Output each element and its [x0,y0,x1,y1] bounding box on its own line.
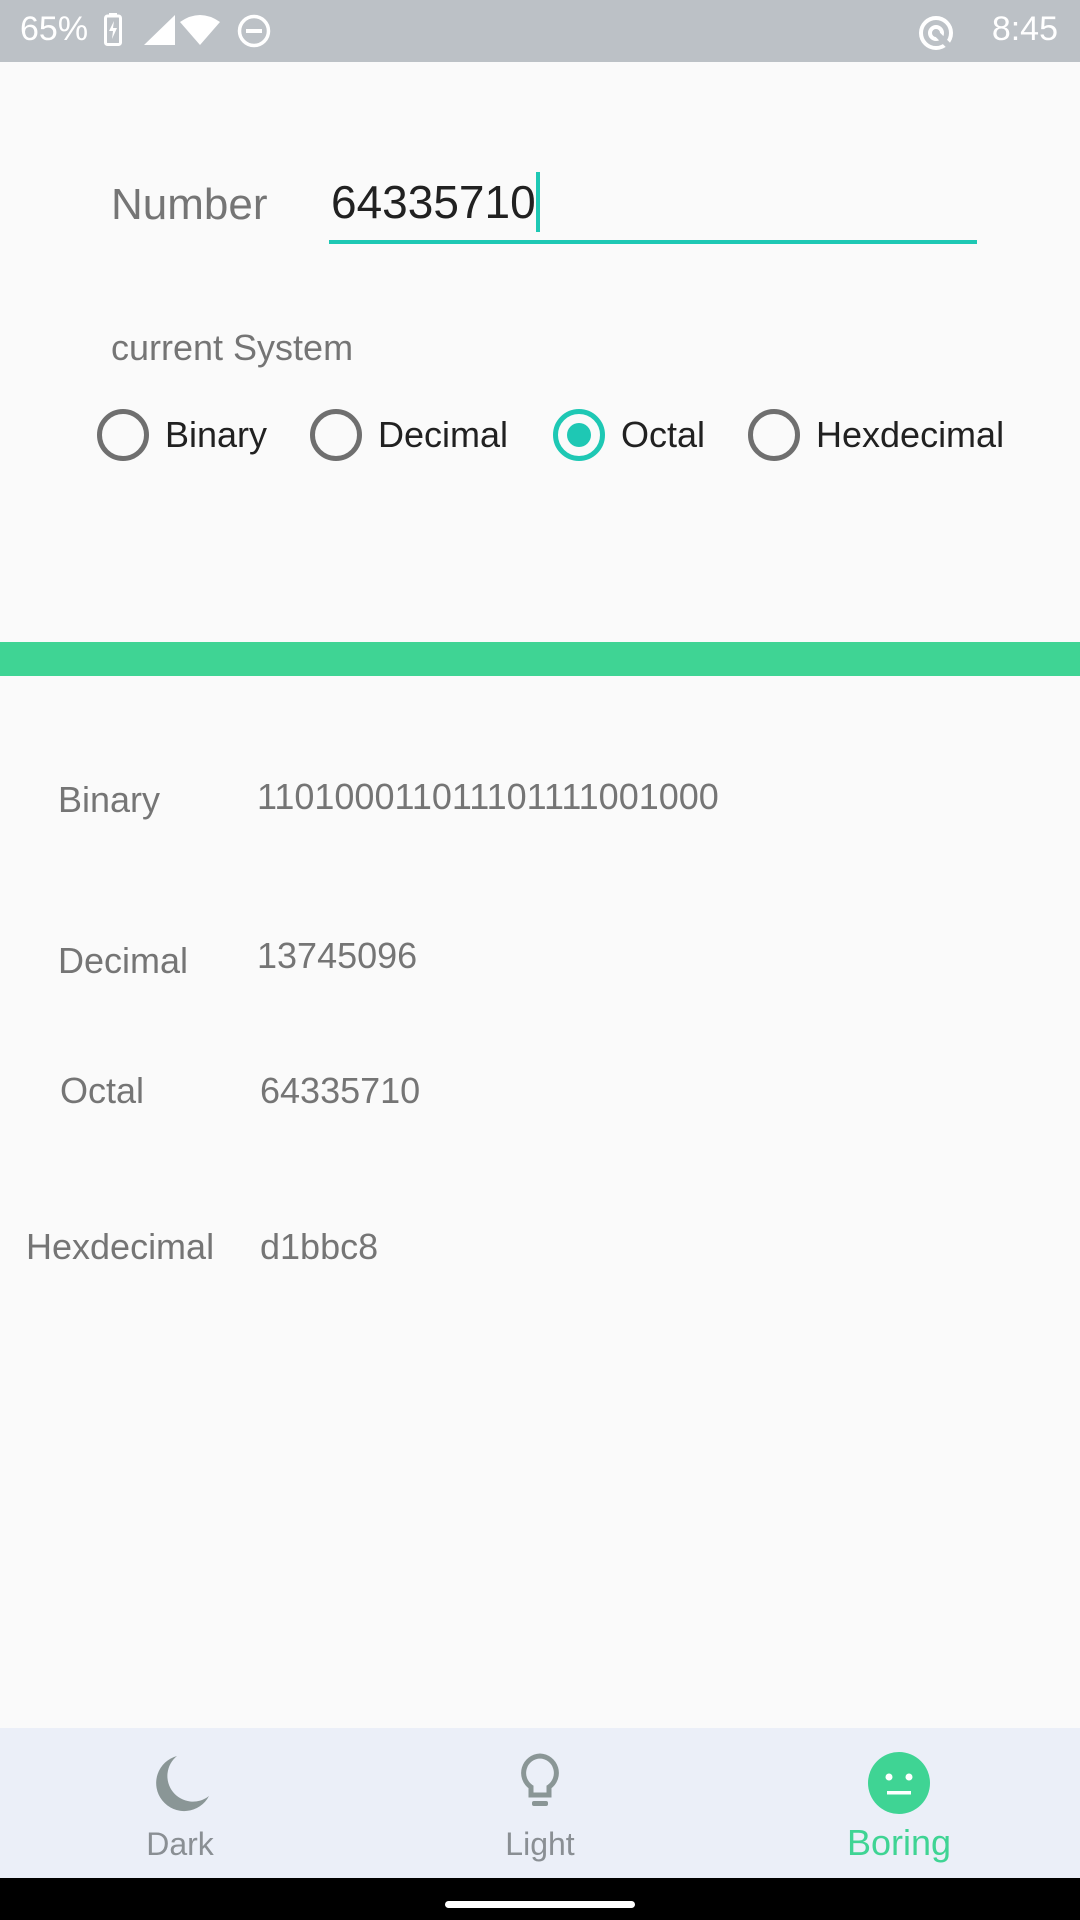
result-value-octal: 64335710 [260,1070,421,1111]
radio-button-decimal[interactable] [310,409,362,461]
do-not-disturb-icon [237,14,271,48]
number-input-field[interactable]: 64335710 [329,168,977,244]
nav-label-light: Light [505,1826,575,1862]
cell-signal-icon [144,15,175,45]
lightbulb-icon [521,1753,559,1806]
nav-label-boring: Boring [846,1822,952,1863]
nav-label-dark: Dark [146,1826,214,1862]
radio-binary[interactable]: Binary [97,407,267,463]
radio-label-decimal: Decimal [378,414,509,455]
radio-octal[interactable]: Octal [553,407,705,463]
number-input[interactable]: 64335710 [331,172,540,232]
result-value-decimal: 13745096 [257,935,418,976]
nav-item-dark[interactable]: Dark [70,1728,290,1878]
radio-decimal[interactable]: Decimal [310,407,508,463]
system-navigation-bar [0,1878,1080,1920]
bottom-navigation: Dark Light Boring [0,1728,1080,1878]
radio-hexdecimal[interactable]: Hexdecimal [748,407,1004,463]
result-label-binary: Binary [58,779,161,820]
nav-item-light[interactable]: Light [430,1728,650,1878]
radio-button-octal[interactable] [553,409,605,461]
radio-label-binary: Binary [165,414,268,455]
clock: 8:45 [991,10,1058,48]
status-bar: 65% 8:45 [0,0,1080,62]
result-label-octal: Octal [60,1070,145,1111]
radio-button-binary[interactable] [97,409,149,461]
neutral-face-icon [868,1752,930,1814]
home-gesture-handle[interactable] [445,1901,635,1908]
result-label-decimal: Decimal [58,940,189,981]
data-saver-icon [919,16,953,50]
result-label-hexdecimal: Hexdecimal [26,1226,215,1267]
current-system-label: current System [111,327,354,368]
result-value-hexdecimal: d1bbc8 [260,1226,379,1267]
radio-label-octal: Octal [621,414,706,455]
result-value-binary: 110100011011101111001000 [257,776,719,817]
radio-button-hexdecimal[interactable] [748,409,800,461]
number-label: Number [111,180,268,229]
battery-charging-icon [104,13,122,46]
battery-percentage: 65% [20,10,89,48]
radio-label-hexdecimal: Hexdecimal [816,414,1005,455]
wifi-icon [180,15,220,45]
number-system-radio-group: Binary Decimal Octal Hexdecimal [97,407,1057,463]
nav-item-boring[interactable]: Boring [789,1728,1009,1878]
section-divider [0,642,1080,676]
moon-icon [156,1756,209,1812]
